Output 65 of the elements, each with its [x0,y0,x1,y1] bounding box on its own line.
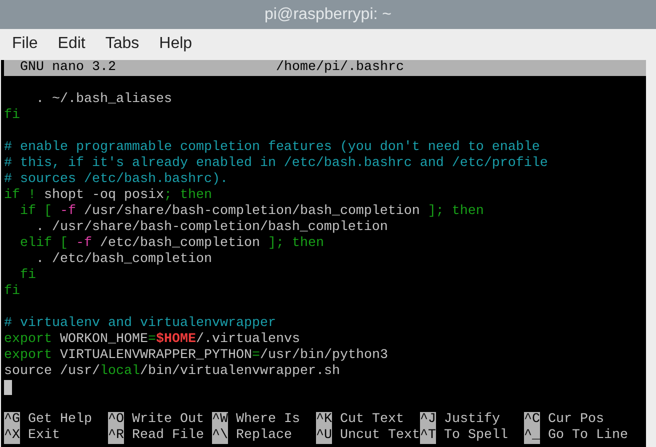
code-text: fi [20,268,36,284]
code-text: fi [4,284,20,300]
code-text: /usr/bin/python3 [260,348,388,364]
shortcut-key: ^O [108,412,124,428]
code-text: local [100,364,140,380]
code-text: -f [60,204,76,220]
shortcut-key: ^C [524,412,540,428]
code-text: VIRTUALENVWRAPPER_PYTHON [58,348,252,364]
code-text: source /usr/ [4,364,100,380]
menu-item[interactable]: Edit [48,32,96,56]
shortcut-label: Get Help [28,412,92,428]
code-text: /etc/bash_completion [98,236,261,252]
code-text: . ~/.bash_aliases [34,92,172,108]
code-text: if [ [18,204,53,220]
code-text: = [252,348,260,364]
shortcut-key: ^R [108,428,124,444]
code-text: shopt -oq posix [42,188,164,204]
code-text: /bin/virtualenvwrapper.sh [140,364,340,380]
shortcut-label: Exit [28,428,60,444]
shortcut-key: ^U [316,428,332,444]
code-text: . /etc/bash_completion [36,252,212,268]
code-text: -f [76,236,92,252]
code-text: ]; then [268,236,324,252]
menu-item[interactable]: Help [149,32,202,56]
code-text: export [4,332,52,348]
code-comment: # sources /etc/bash.bashrc). [4,172,228,188]
shortcut-label: Replace [236,428,292,444]
shortcut-label: Justify [444,412,500,428]
file-name: /home/pi/.bashrc [276,60,404,76]
code-text: if ! [4,188,36,204]
code-text: /usr/share/bash-completion/bash_completion [82,204,421,220]
code-comment: # this, if it's already enabled in /etc/bash.bashrc and /etc/profile [4,156,548,172]
window-title: pi@raspberrypi: ~ [264,4,392,24]
shortcut-key: ^_ [524,428,540,444]
menu-item[interactable]: Tabs [95,32,150,56]
code-text: WORKON_HOME [58,332,148,348]
code-comment: # enable programmable completion features (you don't need to enable [4,140,540,156]
code-text: /.virtualenvs [196,332,300,348]
code-text: = [148,332,156,348]
shortcut-key: ^G [4,412,20,428]
code-text: export [4,348,52,364]
shortcut-key: ^T [420,428,436,444]
nano-version: GNU nano 3.2 [20,60,117,76]
code-text: ; then [164,188,212,204]
code-text: fi [4,108,20,124]
shortcut-label: Go To Line [548,428,628,444]
shortcut-label: Cur Pos [548,412,604,428]
shortcut-label: Uncut Text [340,428,420,444]
shortcut-key: ^K [316,412,332,428]
code-text: . /usr/share/bash-completion/bash_completion [34,220,388,236]
code-text: elif [ [18,236,69,252]
shortcut-key: ^X [4,428,20,444]
shortcut-label: Where Is [236,412,300,428]
shortcut-key: ^\ [212,428,228,444]
shortcut-label: Write Out [132,412,204,428]
code-text: $HOME [156,332,196,348]
text-cursor [4,380,12,395]
code-text: ]; then [428,204,484,220]
shortcut-label: Read File [132,428,204,444]
shortcut-label: To Spell [444,428,508,444]
code-comment: # virtualenv and virtualenvwrapper [4,316,276,332]
shortcut-label: Cut Text [340,412,404,428]
shortcut-key: ^J [420,412,436,428]
menu-item[interactable]: File [2,32,48,56]
shortcut-key: ^W [212,412,228,428]
